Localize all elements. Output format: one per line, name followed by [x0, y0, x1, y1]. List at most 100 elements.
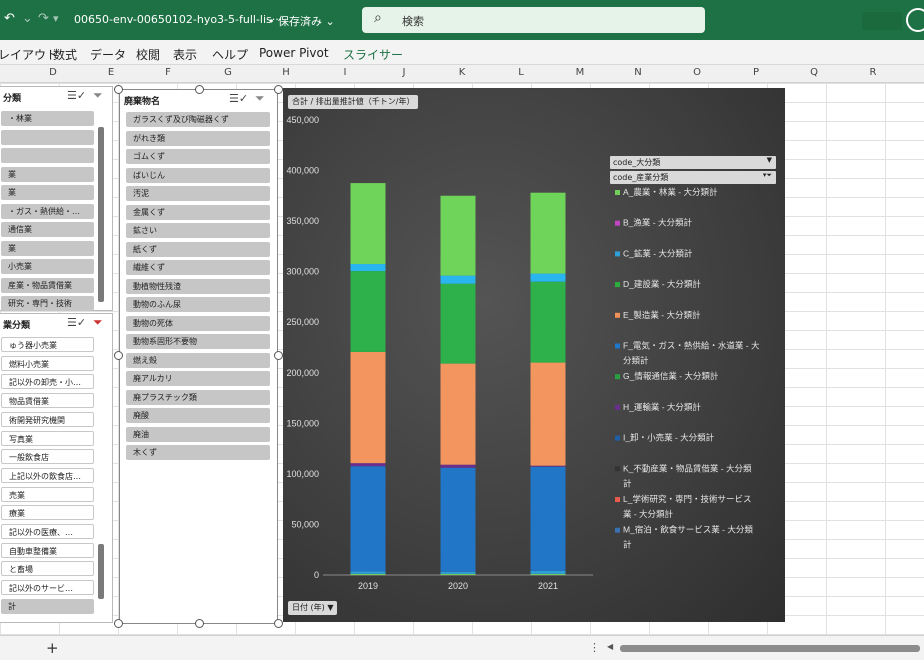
legend-filter-industry[interactable]: code_産業分類 ▾⏷: [610, 171, 776, 184]
more-options-icon[interactable]: ⋮: [589, 641, 600, 654]
slicer-item[interactable]: 木くず: [126, 445, 270, 460]
slicer-item[interactable]: ・ガス・熱供給・…: [1, 203, 94, 219]
slicer-item[interactable]: 廃プラスチック類: [126, 389, 270, 405]
column-header[interactable]: G: [218, 67, 238, 78]
pivot-chart[interactable]: 0 50,000 100,000 150,000 200,000 250,000 300,0…: [283, 88, 785, 622]
slicer-item[interactable]: 産業・物品賃借業: [1, 277, 94, 293]
customize-toolbar-icon[interactable]: ▾: [53, 12, 59, 25]
resize-handle[interactable]: [274, 619, 283, 628]
slicer-item[interactable]: 売業: [1, 486, 94, 502]
redo-icon[interactable]: ↷: [38, 11, 49, 26]
slicer-item[interactable]: 紙くず: [126, 241, 270, 257]
clear-filter-icon[interactable]: ⏷: [255, 91, 265, 106]
slicer-item[interactable]: 記以外の医療、…: [1, 524, 94, 539]
search-box[interactable]: ⌕ 検索: [362, 7, 705, 33]
slicer-item[interactable]: 記以外のサービ…: [1, 580, 94, 596]
tab-view[interactable]: 表示: [173, 46, 197, 63]
slicer-item[interactable]: 廃酸: [126, 408, 270, 423]
column-header[interactable]: N: [628, 67, 648, 78]
slicer-item[interactable]: ばいじん: [126, 167, 270, 183]
slicer-item[interactable]: 記以外の卸売・小…: [1, 374, 94, 390]
avatar[interactable]: [906, 8, 924, 32]
column-header[interactable]: O: [687, 67, 707, 78]
column-header[interactable]: J: [394, 67, 414, 78]
resize-handle[interactable]: [114, 619, 123, 628]
slicer-item[interactable]: 金属くず: [126, 204, 270, 220]
column-header[interactable]: P: [746, 67, 766, 78]
value-field-button[interactable]: 合計 / 排出量推計値（千トン/年）: [288, 95, 419, 109]
slicer-item[interactable]: 汚泥: [126, 186, 270, 201]
resize-handle[interactable]: [195, 619, 204, 628]
column-header[interactable]: K: [452, 67, 472, 78]
column-header[interactable]: M: [570, 67, 590, 78]
slicer-item[interactable]: 療業: [1, 505, 94, 521]
slicer-item[interactable]: 動物系固形不要物: [126, 334, 270, 349]
slicer-scrollbar[interactable]: [98, 127, 104, 302]
slicer-item[interactable]: と畜場: [1, 561, 94, 577]
slicer-item[interactable]: 鉱さい: [126, 223, 270, 238]
slicer-item[interactable]: 小売業: [1, 259, 94, 274]
slicer-item[interactable]: 物品賃借業: [1, 393, 94, 409]
resize-handle[interactable]: [114, 351, 123, 360]
column-header[interactable]: Q: [804, 67, 824, 78]
tab-slicer[interactable]: スライサー: [343, 46, 403, 63]
clear-filter-icon[interactable]: ⏷: [93, 88, 103, 103]
slicer-item[interactable]: ・林業: [1, 111, 94, 126]
slicer-item[interactable]: 写真業: [1, 430, 94, 446]
slicer-item[interactable]: 研究・専門・技術: [1, 296, 94, 311]
slicer-item[interactable]: 一般飲食店: [1, 449, 94, 465]
resize-handle[interactable]: [195, 85, 204, 94]
slicer-item[interactable]: 通信業: [1, 222, 94, 237]
slicer-item[interactable]: 計: [1, 598, 94, 614]
slicer-category[interactable]: 分類 ☰✓ ⏷ ・林業業業・ガス・熱供給・… 通信業業小売業 産業・物品賃借業 研究・…: [0, 86, 113, 311]
multi-select-icon[interactable]: ☰✓: [67, 89, 86, 102]
slicer-waste-name[interactable]: 廃棄物名 ☰✓ ⏷ ガラスくず及び陶磁器くず がれき類 ゴムくず ばいじん 汚泥 金属くず…: [119, 89, 278, 624]
multi-select-icon[interactable]: ☰✓: [67, 316, 86, 329]
slicer-item[interactable]: 自動車整備業: [1, 542, 94, 558]
tab-review[interactable]: 校閲: [136, 46, 160, 63]
slicer-item[interactable]: 術開発研究機関: [1, 411, 94, 427]
saved-status[interactable]: • 保存済み ⌄: [268, 13, 335, 29]
tab-help[interactable]: ヘルプ: [212, 46, 248, 63]
slicer-item[interactable]: [1, 148, 94, 163]
slicer-item[interactable]: 燃え殻: [126, 352, 270, 368]
slicer-item[interactable]: ゅう器小売業: [1, 337, 94, 352]
slicer-item[interactable]: 上記以外の飲食店…: [1, 467, 94, 483]
column-header[interactable]: L: [511, 67, 531, 78]
slicer-item[interactable]: 燃料小売業: [1, 355, 94, 371]
slicer-item[interactable]: [1, 129, 94, 145]
slicer-item[interactable]: 繊維くず: [126, 260, 270, 275]
tab-formulas[interactable]: 数式: [53, 46, 77, 63]
undo-icon[interactable]: ↶: [4, 11, 15, 26]
axis-field-button[interactable]: 日付 (年) ▼: [288, 601, 338, 615]
resize-handle[interactable]: [274, 85, 283, 94]
slicer-item[interactable]: 動物のふん尿: [126, 297, 270, 312]
tab-data[interactable]: データ: [90, 46, 126, 63]
multi-select-icon[interactable]: ☰✓: [229, 92, 248, 105]
slicer-item[interactable]: がれき類: [126, 130, 270, 146]
slicer-industry[interactable]: 業分類 ☰✓ ⏷ ゅう器小売業 燃料小売業 記以外の卸売・小… 物品賃借業 術開発研究機…: [0, 313, 113, 623]
slicer-item[interactable]: 業: [1, 240, 94, 256]
slicer-item[interactable]: 動植物性残渣: [126, 278, 270, 294]
slicer-item[interactable]: 業: [1, 166, 94, 182]
legend-filter-major[interactable]: code_大分類 ▼: [610, 156, 776, 169]
slicer-item[interactable]: 廃油: [126, 426, 270, 442]
add-sheet-button[interactable]: +: [46, 639, 59, 657]
slicer-item[interactable]: 業: [1, 185, 94, 200]
scroll-left-icon[interactable]: ◀: [607, 642, 613, 651]
slicer-item[interactable]: ゴムくず: [126, 149, 270, 164]
tab-layout[interactable]: レイアウト: [0, 46, 58, 63]
column-header[interactable]: H: [276, 67, 296, 78]
tab-power-pivot[interactable]: Power Pivot: [259, 46, 329, 60]
column-header[interactable]: I: [335, 67, 355, 78]
column-header[interactable]: F: [158, 67, 178, 78]
slicer-scrollbar[interactable]: [98, 544, 104, 599]
clear-filter-icon[interactable]: ⏷: [93, 315, 103, 330]
resize-handle[interactable]: [114, 85, 123, 94]
slicer-item[interactable]: ガラスくず及び陶磁器くず: [126, 112, 270, 127]
resize-handle[interactable]: [274, 351, 283, 360]
account-area[interactable]: [862, 12, 902, 30]
file-name[interactable]: 00650-env-00650102-hyo3-5-full-lis···: [74, 13, 282, 26]
horizontal-scrollbar[interactable]: [620, 645, 920, 652]
column-header[interactable]: E: [101, 67, 121, 78]
